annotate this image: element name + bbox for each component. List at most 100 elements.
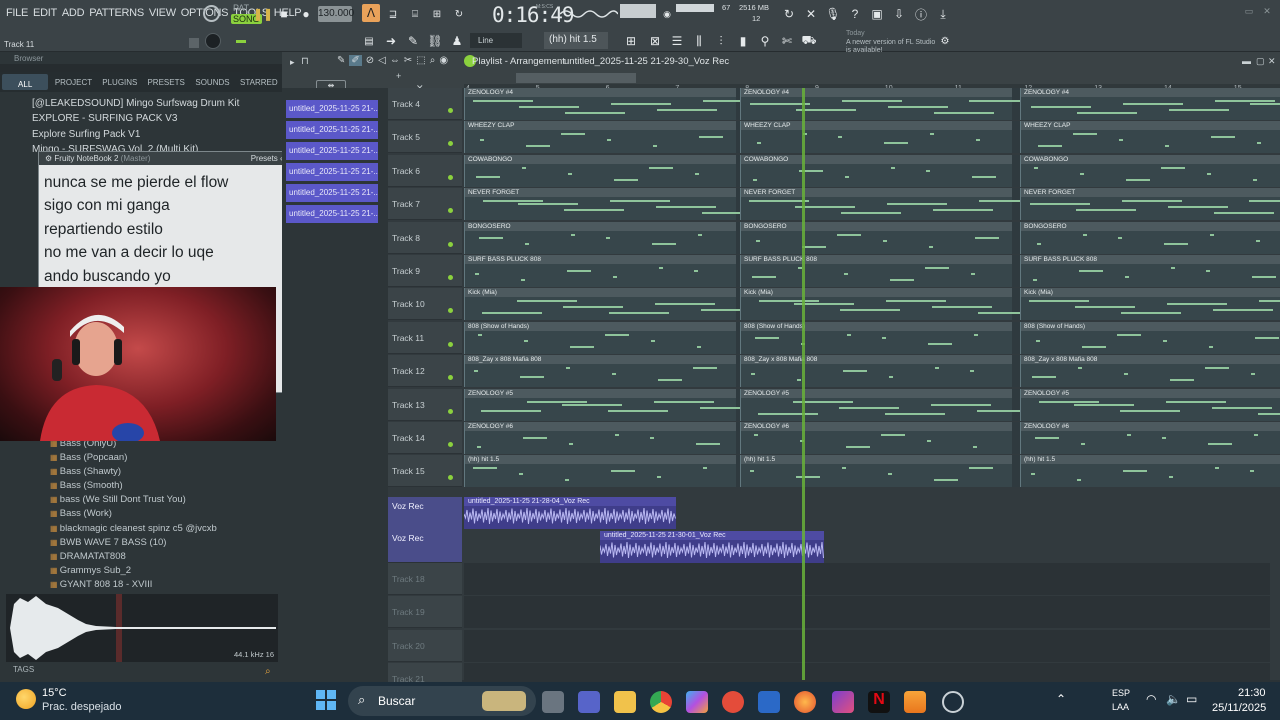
list-icon[interactable]: ☰ xyxy=(668,32,686,50)
tree-item[interactable]: Explore Surfing Pack V1 xyxy=(32,127,239,142)
plug-icon[interactable]: ⚲ xyxy=(756,32,774,50)
track-header[interactable]: Track 6 xyxy=(388,154,462,187)
track-mute-led[interactable] xyxy=(448,174,453,180)
playhead[interactable] xyxy=(802,88,805,680)
pattern-clip[interactable]: SURF BASS PLUCK 808 xyxy=(1020,255,1280,287)
task-view-icon[interactable] xyxy=(542,691,564,713)
track-lane[interactable]: 808_Zay x 808 Mafia 808 808_Zay x 808 Maf… xyxy=(464,355,1280,388)
pattern-clip[interactable]: NEVER FORGET xyxy=(740,188,1039,221)
clipboard-icon[interactable]: ▮ xyxy=(734,32,752,50)
pattern-clip[interactable]: COWABONGO xyxy=(1020,154,1280,187)
track-lane[interactable]: ZENOLOGY #4 ZENOLOGY #4 ZENOLOGY #4 xyxy=(464,88,1280,120)
track-lane[interactable]: 808 (Show of Hands) 808 (Show of Hands) 80… xyxy=(464,321,1280,354)
pattern-clip[interactable]: 808 (Show of Hands) xyxy=(464,321,736,354)
track-header[interactable]: Track 7 xyxy=(388,188,462,221)
track-header[interactable]: Track 15 xyxy=(388,455,462,488)
piano-icon[interactable]: ▤ xyxy=(360,32,378,50)
list-item[interactable]: Bass (Shawty) xyxy=(50,465,217,479)
audio-clip-source[interactable]: untitled_2025-11-25 21-... xyxy=(286,121,378,139)
menu-edit[interactable]: EDIT xyxy=(33,7,57,19)
menu-add[interactable]: ADD xyxy=(62,7,85,19)
record-button[interactable]: ● xyxy=(297,5,315,23)
language-code[interactable]: ESP xyxy=(1112,688,1130,698)
empty-track-lane[interactable] xyxy=(464,629,1270,662)
close-icon[interactable]: ✕ xyxy=(1268,56,1276,67)
audio-clip[interactable]: untitled_2025-11-25 21-30-01_Voz Rec xyxy=(599,530,824,563)
tab-sounds[interactable]: SOUNDS xyxy=(189,72,235,92)
slice-tool-icon[interactable]: ✂ xyxy=(404,55,412,66)
pattern-clip[interactable]: 808_Zay x 808 Mafia 808 xyxy=(740,355,1012,388)
zoom-tool-icon[interactable]: ⌕ xyxy=(430,55,436,66)
empty-track-lane[interactable] xyxy=(464,596,1270,629)
pattern-clip[interactable]: (hh) hit 1.5 xyxy=(464,455,736,488)
tool-icon[interactable]: ✄ xyxy=(778,32,796,50)
mixer-icon[interactable]: ✕ xyxy=(802,5,820,23)
close-icon[interactable]: ✕ xyxy=(1258,2,1276,20)
track-lane[interactable]: ZENOLOGY #5 ZENOLOGY #5 ZENOLOGY #5 xyxy=(464,388,1280,421)
tempo-display[interactable]: 130.000 xyxy=(318,6,354,22)
volume-icon[interactable]: 🔈 xyxy=(1166,692,1181,706)
track-mute-led[interactable] xyxy=(448,341,453,347)
weather-text[interactable]: Prac. despejado xyxy=(42,701,122,713)
select-tool-icon[interactable]: ⬚ xyxy=(416,55,425,66)
tab-presets[interactable]: PRESETS xyxy=(143,72,189,92)
minimize-icon[interactable]: ▬ xyxy=(1242,56,1251,66)
pattern-clip[interactable]: ZENOLOGY #4 xyxy=(1020,88,1280,120)
track-lane[interactable]: COWABONGO COWABONGO COWABONGO xyxy=(464,154,1280,187)
tab-project[interactable]: PROJECT xyxy=(50,72,96,92)
maximize-icon[interactable]: ▢ xyxy=(1256,56,1265,67)
track-header[interactable]: Track 14 xyxy=(388,422,462,454)
taskbar-time[interactable]: 21:30 xyxy=(1238,687,1266,699)
track-mute-led[interactable] xyxy=(448,241,453,247)
plus-icon[interactable]: + xyxy=(396,71,401,81)
pitch-slider[interactable] xyxy=(236,40,246,43)
track-lane[interactable]: NEVER FORGET NEVER FORGET NEVER FORGET xyxy=(464,188,1280,221)
list-item[interactable]: Bass (Work) xyxy=(50,507,217,521)
pattern-clip[interactable]: SURF BASS PLUCK 808 xyxy=(740,255,1012,287)
fl-studio-icon[interactable] xyxy=(904,691,926,713)
photos-icon[interactable] xyxy=(832,691,854,713)
track-mute-led[interactable] xyxy=(448,275,453,280)
track-lane[interactable]: WHEEZY CLAP WHEEZY CLAP WHEEZY CLAP xyxy=(464,121,1280,154)
record-mode-icon[interactable] xyxy=(203,5,220,22)
list-item[interactable]: Grammys Sub_2 xyxy=(50,564,217,578)
pattern-clip[interactable]: ZENOLOGY #4 xyxy=(740,88,1029,120)
file-explorer-icon[interactable] xyxy=(614,691,636,713)
sample-preview[interactable]: 44.1 kHz 16 xyxy=(6,594,278,662)
wait-input-icon[interactable]: ⊒ xyxy=(384,5,402,23)
export-icon[interactable]: ⇩ xyxy=(890,5,908,23)
notebook-titlebar[interactable]: ⚙ Fruity NoteBook 2 (Master) Presets ‹ ›… xyxy=(39,152,319,165)
knob-icon[interactable]: ◉ xyxy=(658,5,676,23)
save-icon[interactable]: ▣ xyxy=(868,5,886,23)
track-lane[interactable]: BONGOSERO BONGOSERO BONGOSERO xyxy=(464,221,1280,254)
list-item[interactable]: Bass (Smooth) xyxy=(50,479,217,493)
tags-label[interactable]: TAGS xyxy=(13,665,34,674)
windows-start-icon[interactable] xyxy=(316,690,336,710)
obs-icon[interactable] xyxy=(942,691,964,713)
menu-file[interactable]: FILE xyxy=(6,7,28,19)
menu-view[interactable]: VIEW xyxy=(149,7,176,19)
chevron-up-icon[interactable]: ⌃ xyxy=(1056,692,1066,706)
track-mute-led[interactable] xyxy=(448,108,453,113)
info-icon[interactable]: ⓘ xyxy=(912,5,930,23)
pattern-clip[interactable]: Kick (Mia) xyxy=(464,288,761,321)
pattern-clip[interactable]: COWABONGO xyxy=(464,154,736,187)
pattern-clip[interactable]: SURF BASS PLUCK 808 xyxy=(464,255,736,287)
empty-track-header[interactable]: Track 20 xyxy=(388,629,462,662)
chrome-icon[interactable] xyxy=(650,691,672,713)
pattern-clip[interactable]: NEVER FORGET xyxy=(1020,188,1280,221)
list-item[interactable]: bass (We Still Dont Trust You) xyxy=(50,493,217,507)
draw-tool-icon[interactable]: ✎ xyxy=(337,55,345,66)
track-header[interactable]: Track 10 xyxy=(388,288,462,321)
pattern-clip[interactable]: 808_Zay x 808 Mafia 808 xyxy=(464,355,736,388)
paint-tool-icon[interactable]: ✐ xyxy=(349,55,362,66)
empty-track-header[interactable]: Track 19 xyxy=(388,596,462,629)
download-icon[interactable]: ⤓ xyxy=(934,5,952,23)
link-icon[interactable]: ⛓ xyxy=(426,32,444,50)
pattern-clip[interactable]: WHEEZY CLAP xyxy=(1020,121,1280,154)
playback-tool-icon[interactable]: ◉ xyxy=(439,55,448,66)
weather-icon[interactable] xyxy=(16,689,36,709)
pattern-clip[interactable]: WHEEZY CLAP xyxy=(740,121,1012,154)
pattern-clip[interactable]: 808 (Show of Hands) xyxy=(1020,321,1280,354)
pattern-clip[interactable]: 808_Zay x 808 Mafia 808 xyxy=(1020,355,1280,388)
